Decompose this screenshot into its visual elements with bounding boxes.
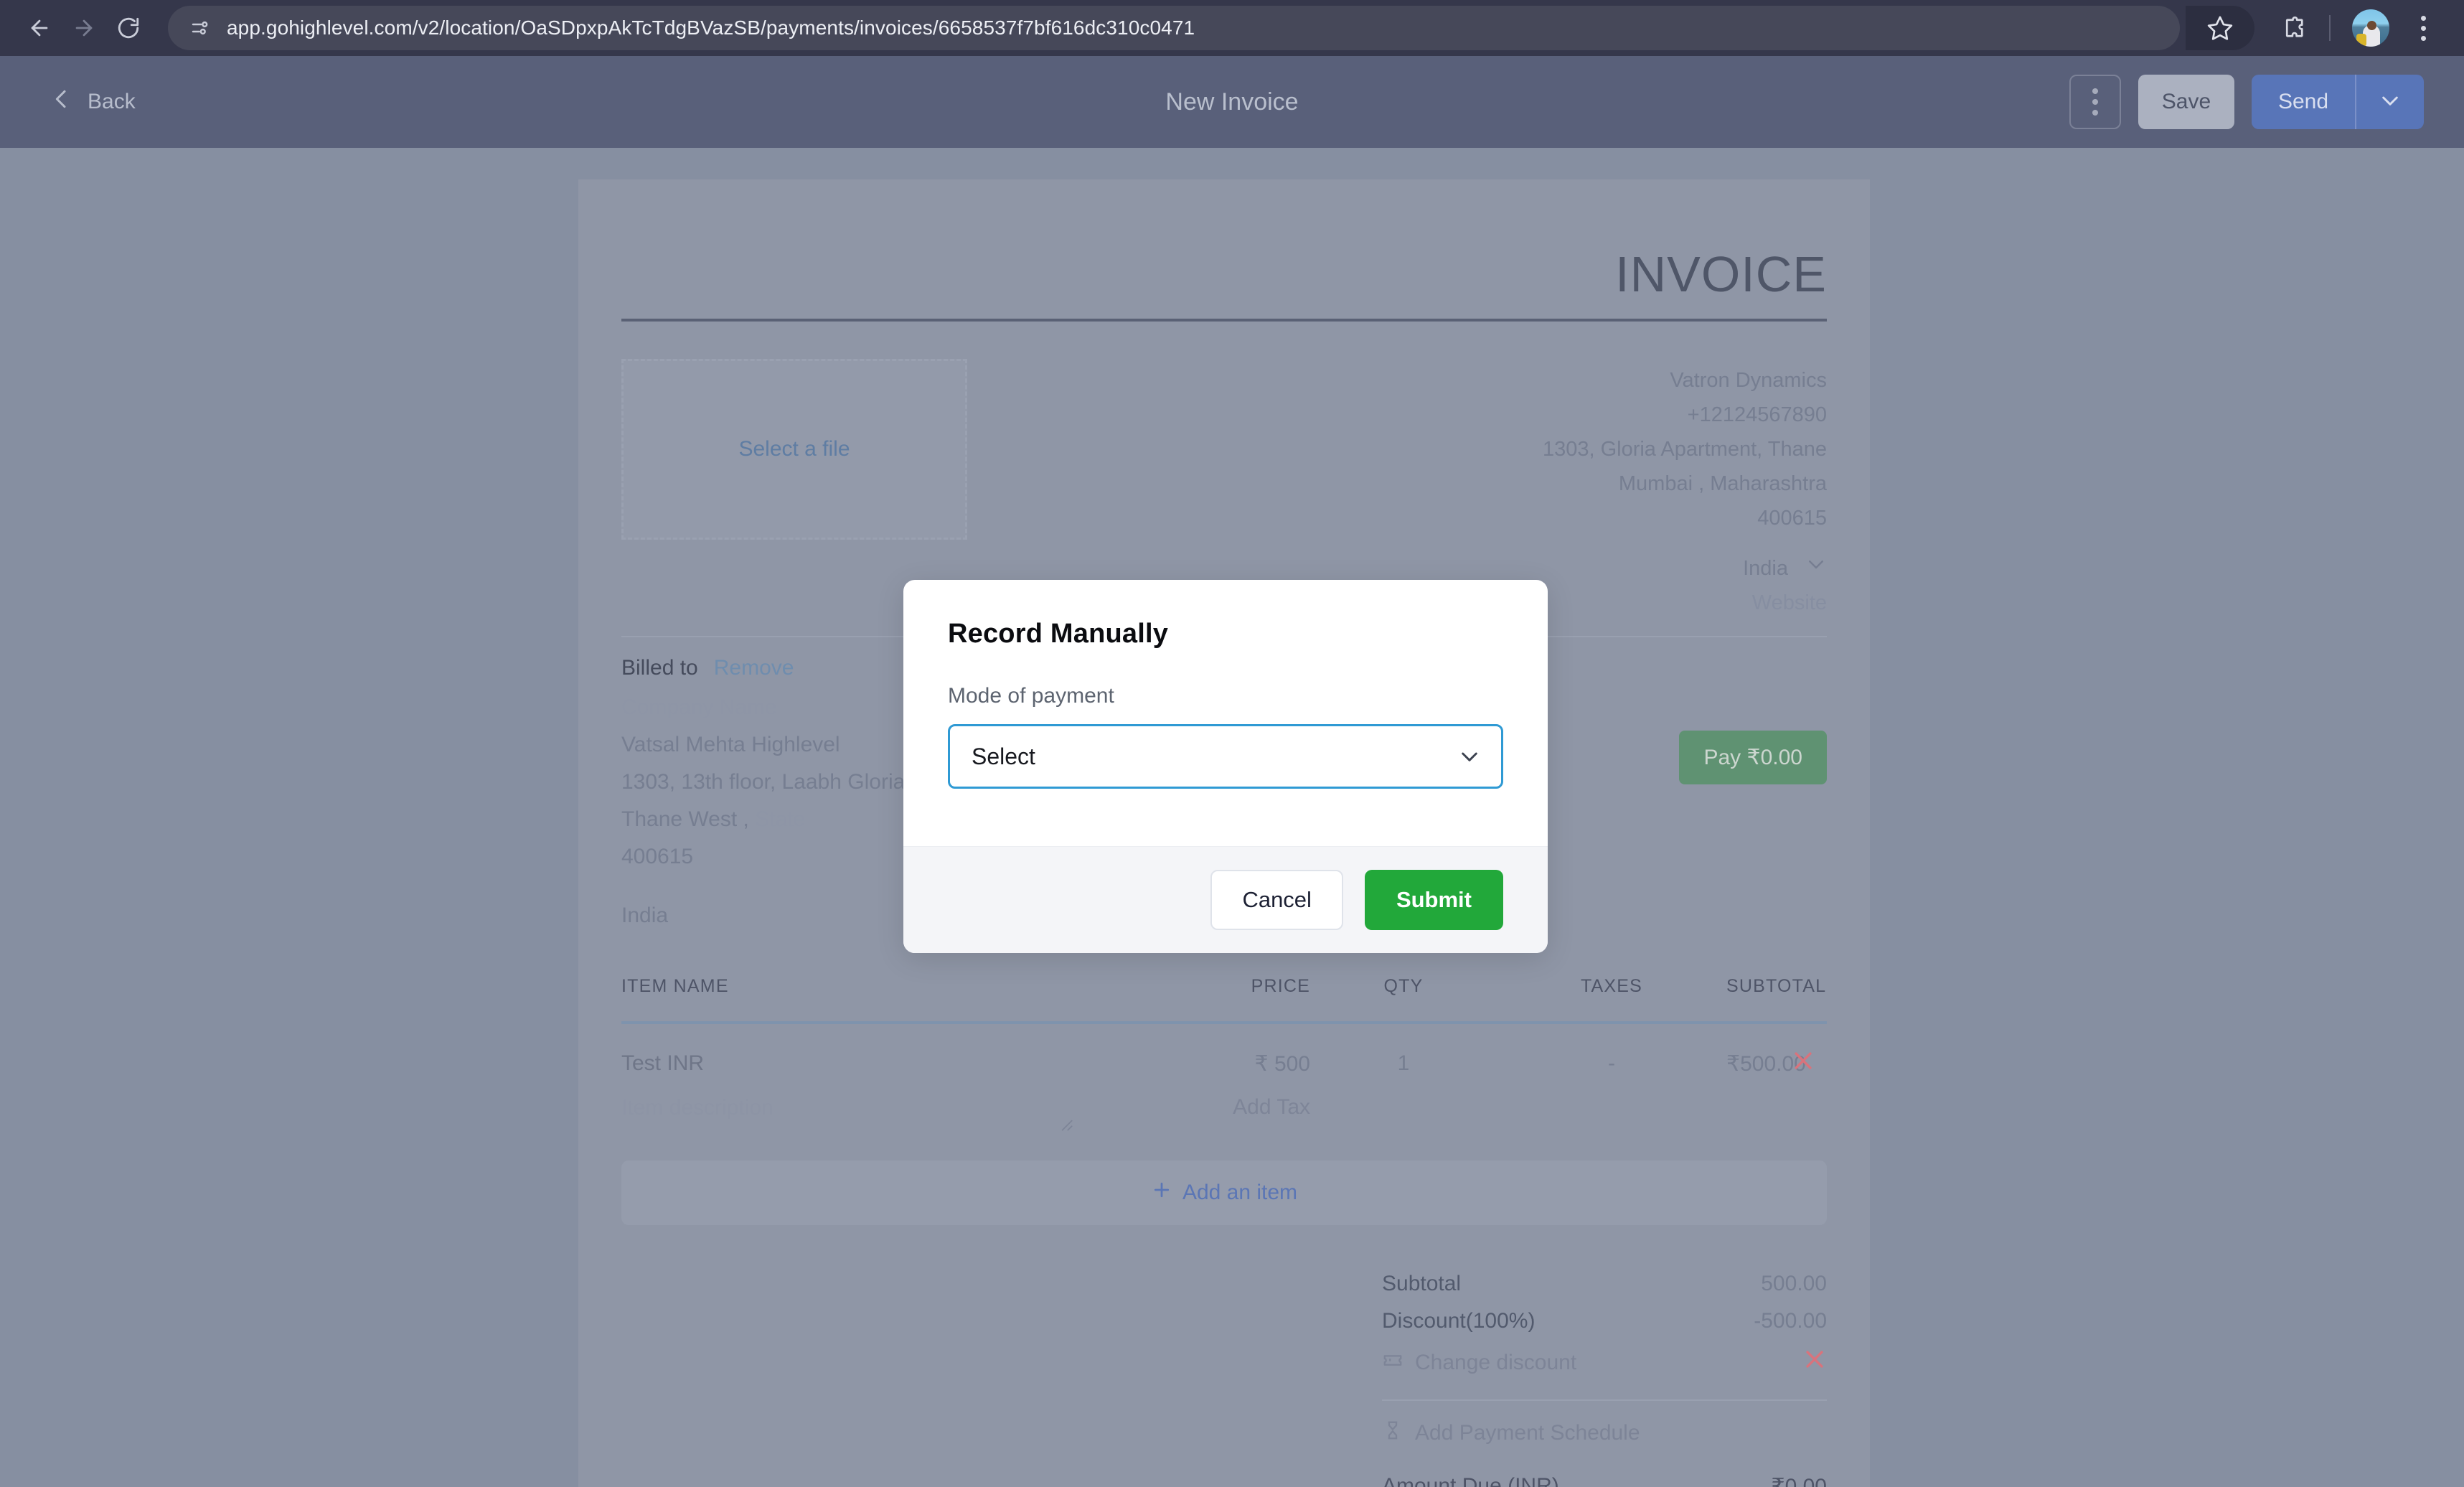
dialog-title: Record Manually <box>948 619 1169 649</box>
mode-of-payment-label: Mode of payment <box>948 684 1114 708</box>
submit-button[interactable]: Submit <box>1364 870 1503 930</box>
record-manually-dialog: Record Manually Mode of payment Select C… <box>903 580 1548 953</box>
chevron-down-icon <box>1458 745 1481 768</box>
cancel-button[interactable]: Cancel <box>1210 870 1343 930</box>
dialog-body: Record Manually Mode of payment Select <box>903 580 1548 846</box>
mode-of-payment-select[interactable]: Select <box>948 724 1503 789</box>
modal-overlay: Record Manually Mode of payment Select C… <box>0 0 2464 1487</box>
mode-of-payment-value: Select <box>972 743 1035 769</box>
dialog-footer: Cancel Submit <box>903 846 1548 953</box>
